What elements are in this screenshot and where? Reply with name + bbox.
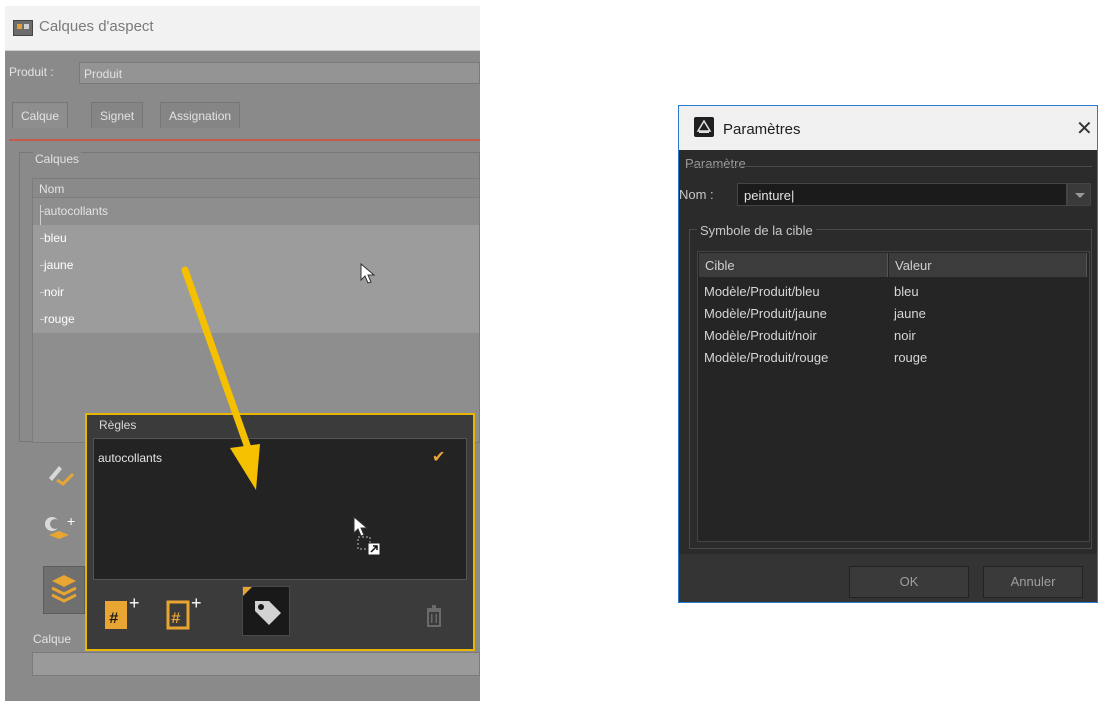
close-icon[interactable]: ✕ <box>1076 116 1093 141</box>
regles-panel: Règles autocollants ✔ # + # + <box>85 413 475 651</box>
trash-icon[interactable] <box>425 605 443 627</box>
divider <box>689 166 1092 167</box>
column-valeur[interactable]: Valeur <box>889 253 1087 277</box>
app-icon <box>13 20 33 36</box>
parametre-group-label: Paramètre <box>685 156 746 171</box>
column-valeur-label: Valeur <box>895 258 932 273</box>
nom-input[interactable]: peinture| <box>737 183 1067 206</box>
cell-cible: Modèle/Produit/rouge <box>704 350 829 365</box>
column-cible-label: Cible <box>705 258 735 273</box>
svg-text:+: + <box>191 593 202 613</box>
window-title: Calques d'aspect <box>39 18 154 35</box>
table-row[interactable]: Modèle/Produit/jaune jaune <box>698 303 1089 327</box>
mouse-cursor-icon <box>360 262 376 284</box>
produit-value: Produit <box>84 67 123 81</box>
rule-item[interactable]: autocollants <box>98 451 162 465</box>
add-rule-outline-icon[interactable]: # + <box>165 591 207 639</box>
layer-name: rouge <box>44 312 75 326</box>
nom-value: peinture| <box>744 188 795 203</box>
tab-signet[interactable]: Signet <box>91 102 144 128</box>
table-row[interactable]: Modèle/Produit/bleu bleu <box>698 279 1089 303</box>
cell-valeur: bleu <box>894 284 919 299</box>
svg-text:#: # <box>109 610 119 628</box>
arrow-icon <box>181 266 260 490</box>
tab-assignation[interactable]: Assignation <box>160 102 241 128</box>
layers-stack-icon[interactable] <box>43 566 85 614</box>
edit-layer-icon[interactable] <box>43 458 79 488</box>
dialog-app-icon <box>694 117 714 137</box>
check-icon: ✔ <box>432 449 446 466</box>
column-cible[interactable]: Cible <box>699 253 888 277</box>
column-nom: Nom <box>39 182 65 196</box>
ok-button[interactable]: OK <box>849 566 969 598</box>
cell-valeur: rouge <box>894 350 928 365</box>
calque-bottom-label: Calque <box>33 632 72 646</box>
table-row[interactable]: Modèle/Produit/rouge rouge <box>698 349 1089 373</box>
symbole-group-label: Symbole de la cible <box>697 223 816 238</box>
cell-valeur: jaune <box>894 306 926 321</box>
dialog-body: Paramètre Nom : peinture| Symbole de la … <box>679 150 1097 602</box>
layer-name: autocollants <box>44 204 109 218</box>
button-bar: OK Annuler <box>679 554 1097 602</box>
add-layer-icon[interactable]: + <box>43 513 79 543</box>
list-item[interactable]: autocollants <box>33 198 479 225</box>
layer-column-header[interactable]: Nom <box>33 179 479 198</box>
tag-icon <box>243 587 281 625</box>
tag-button[interactable] <box>242 586 290 636</box>
nom-label: Nom : <box>679 187 714 202</box>
calque-bottom-field[interactable] <box>32 652 480 676</box>
chevron-down-icon[interactable] <box>1067 183 1091 206</box>
cell-cible: Modèle/Produit/jaune <box>704 306 827 321</box>
svg-text:#: # <box>171 610 181 628</box>
target-table[interactable]: Cible Valeur Modèle/Produit/bleu bleu Mo… <box>697 251 1090 542</box>
list-item[interactable]: bleu <box>33 225 479 252</box>
layer-name: bleu <box>44 231 67 245</box>
tab-calque[interactable]: Calque <box>12 102 69 128</box>
dialog-title: Paramètres <box>723 121 801 138</box>
cancel-button[interactable]: Annuler <box>983 566 1083 598</box>
layer-name: jaune <box>44 258 74 272</box>
svg-text:+: + <box>129 593 140 613</box>
produit-label: Produit : <box>9 65 54 79</box>
cell-valeur: noir <box>894 328 916 343</box>
table-row[interactable]: Modèle/Produit/noir noir <box>698 327 1089 351</box>
svg-text:+: + <box>67 513 75 529</box>
parametres-dialog: Paramètres ✕ Paramètre Nom : peinture| S… <box>678 105 1098 603</box>
layer-name: noir <box>44 285 65 299</box>
cell-cible: Modèle/Produit/bleu <box>704 284 820 299</box>
drag-shortcut-cursor-icon <box>353 515 381 556</box>
title-bar: Calques d'aspect <box>5 6 480 51</box>
regles-label: Règles <box>99 418 137 432</box>
regles-list[interactable]: autocollants ✔ <box>93 438 467 580</box>
cell-cible: Modèle/Produit/noir <box>704 328 817 343</box>
tab-underline <box>9 139 480 141</box>
add-rule-icon[interactable]: # + <box>103 591 145 639</box>
calques-group-label: Calques <box>33 152 82 166</box>
produit-field[interactable]: Produit <box>79 62 480 84</box>
